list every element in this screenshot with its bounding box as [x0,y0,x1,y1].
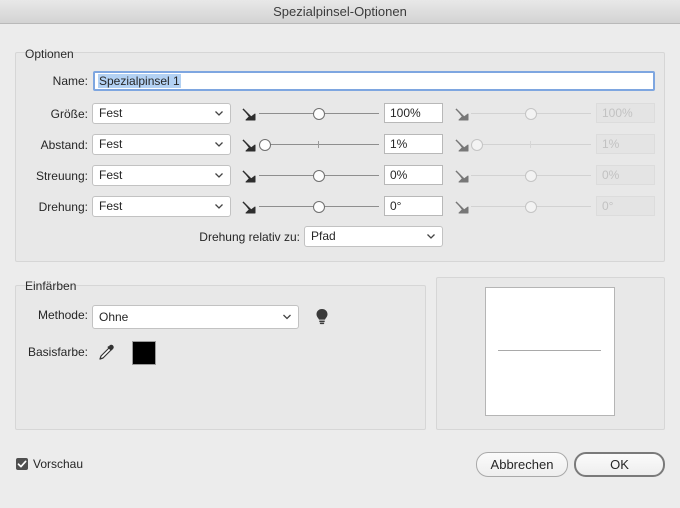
lightbulb-icon[interactable] [315,308,329,326]
row-label: Streuung: [35,169,88,183]
streuung-max-value-field: 0% [596,165,655,185]
row-label: Abstand: [40,138,88,152]
pen-pressure-min-icon [242,169,258,183]
name-label: Name: [52,74,88,88]
chevron-down-icon [215,111,223,116]
slider-handle [525,201,537,213]
drehung-method-select[interactable]: Fest [92,196,231,217]
colorize-group-title: Einfärben [25,279,77,293]
method-select[interactable]: Ohne [92,305,299,329]
row-label: Drehung: [38,200,88,214]
chevron-down-icon [283,314,291,320]
slider-handle [525,108,537,120]
cancel-button[interactable]: Abbrechen [476,452,568,477]
abstand-slider[interactable] [259,138,379,152]
chevron-down-icon [427,234,435,239]
options-group-title: Optionen [25,47,74,61]
brush-stroke-preview [498,350,601,351]
method-value: Fest [99,199,123,213]
größe-max-value-field: 100% [596,103,655,123]
chevron-down-icon [215,142,223,147]
key-color-label: Basisfarbe: [27,345,88,359]
drehung-slider[interactable] [259,200,379,214]
method-label: Methode: [37,308,88,322]
pen-pressure-max-icon [455,169,471,183]
window-title: Spezialpinsel-Optionen [273,4,407,19]
ok-button[interactable]: OK [574,452,665,477]
größe-value-field[interactable]: 100% [384,103,443,123]
drehung-value-field[interactable]: 0° [384,196,443,216]
name-input-value: Spezialpinsel 1 [98,74,181,88]
pen-pressure-max-icon [455,200,471,214]
key-color-swatch[interactable] [132,341,156,365]
rotation-relative-select[interactable]: Pfad [304,226,443,247]
name-input[interactable]: Spezialpinsel 1 [93,71,655,91]
preview-label[interactable]: Vorschau [33,457,83,471]
chevron-down-icon [215,173,223,178]
preview-checkbox[interactable] [16,458,28,470]
row-label: Größe: [50,107,88,121]
pen-pressure-min-icon [242,138,258,152]
slider-handle[interactable] [259,139,271,151]
slider-handle[interactable] [313,108,325,120]
brush-preview-canvas [485,287,615,416]
pen-pressure-min-icon [242,107,258,121]
streuung-value-field[interactable]: 0% [384,165,443,185]
method-value: Fest [99,137,123,151]
method-value: Fest [99,106,123,120]
streuung-max-slider [471,169,591,183]
größe-max-slider [471,107,591,121]
slider-handle [471,139,483,151]
abstand-max-value-field: 1% [596,134,655,154]
slider-handle [525,170,537,182]
pen-pressure-max-icon [455,138,471,152]
größe-method-select[interactable]: Fest [92,103,231,124]
method-value: Fest [99,168,123,182]
drehung-max-slider [471,200,591,214]
method-value: Ohne [99,310,129,324]
pen-pressure-min-icon [242,200,258,214]
eyedropper-icon[interactable] [98,343,116,361]
drehung-max-value-field: 0° [596,196,655,216]
größe-slider[interactable] [259,107,379,121]
abstand-max-slider [471,138,591,152]
rotation-relative-label: Drehung relativ zu: [199,230,300,244]
rotation-relative-value: Pfad [311,229,336,243]
slider-handle[interactable] [313,201,325,213]
abstand-method-select[interactable]: Fest [92,134,231,155]
abstand-value-field[interactable]: 1% [384,134,443,154]
slider-handle[interactable] [313,170,325,182]
chevron-down-icon [215,204,223,209]
checkmark-icon [17,460,27,468]
pen-pressure-max-icon [455,107,471,121]
streuung-method-select[interactable]: Fest [92,165,231,186]
window-title-bar: Spezialpinsel-Optionen [0,0,680,24]
streuung-slider[interactable] [259,169,379,183]
